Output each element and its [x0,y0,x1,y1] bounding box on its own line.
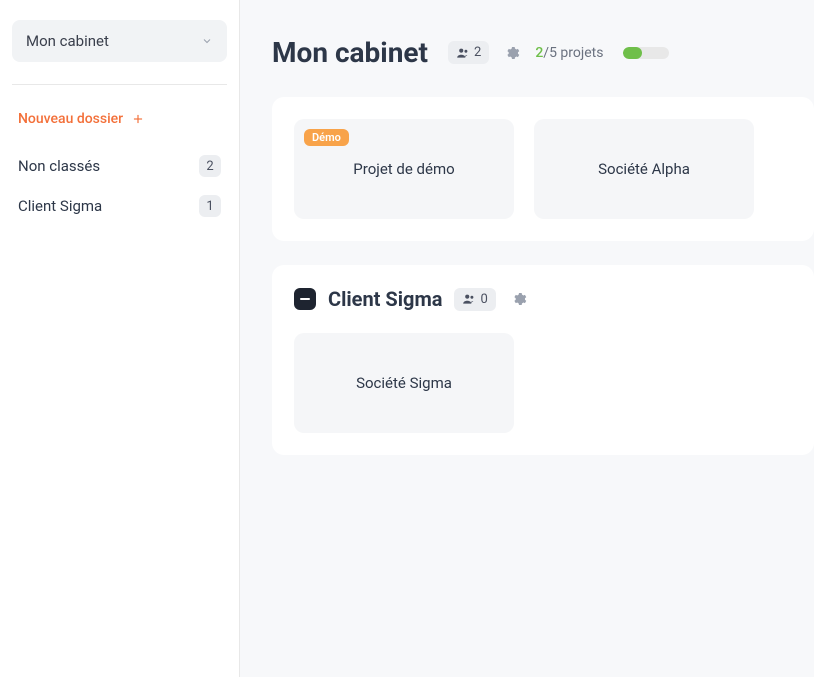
new-folder-button[interactable]: Nouveau dossier [12,107,227,131]
folder-label: Non classés [18,157,100,175]
sidebar-folder-client-sigma[interactable]: Client Sigma 1 [12,189,227,223]
folder-label: Client Sigma [18,197,102,215]
project-name: Société Alpha [598,160,690,178]
member-count: 2 [474,45,481,60]
gear-icon [504,45,520,61]
sidebar-folder-unclassified[interactable]: Non classés 2 [12,149,227,183]
section-settings-button[interactable] [508,288,530,310]
usage-progress-fill [623,47,641,59]
project-usage: 2 / 5 projets [535,45,603,61]
usage-total: 5 projets [549,45,603,61]
sidebar: Mon cabinet Nouveau dossier Non classés … [0,0,240,677]
folder-count-badge: 1 [199,195,221,217]
usage-progress-bar [623,47,669,59]
section-title: Client Sigma [328,287,442,311]
workspace-selector[interactable]: Mon cabinet [12,20,227,62]
header-meta: 2 2 / 5 projets [448,41,669,64]
folder-count-badge: 2 [199,155,221,177]
main-content: Mon cabinet 2 2 / 5 projets Démo Projet [240,0,814,677]
project-card-demo[interactable]: Démo Projet de démo [294,119,514,219]
project-name: Société Sigma [356,374,452,392]
project-card-alpha[interactable]: Société Alpha [534,119,754,219]
project-grid: Démo Projet de démo Société Alpha [294,119,792,219]
folder-collapse-icon[interactable] [294,288,316,310]
usage-current: 2 [535,45,543,61]
plus-icon [131,112,145,126]
project-grid: Société Sigma [294,333,792,433]
users-icon [462,292,476,306]
member-count-chip[interactable]: 2 [448,41,489,64]
section-member-chip[interactable]: 0 [454,288,495,311]
new-folder-label: Nouveau dossier [18,111,123,127]
workspace-name: Mon cabinet [26,32,109,50]
demo-tag: Démo [304,129,349,146]
page-header: Mon cabinet 2 2 / 5 projets [272,36,814,69]
folder-list: Non classés 2 Client Sigma 1 [12,149,227,223]
project-name: Projet de démo [353,160,454,178]
page-title: Mon cabinet [272,36,428,69]
users-icon [456,46,470,60]
section-unclassified: Démo Projet de démo Société Alpha [272,97,814,241]
sidebar-divider [12,84,227,85]
project-card-sigma[interactable]: Société Sigma [294,333,514,433]
section-header: Client Sigma 0 [294,287,792,311]
gear-icon [511,291,527,307]
section-member-count: 0 [480,292,487,307]
chevron-down-icon [201,35,213,47]
settings-button[interactable] [501,42,523,64]
section-client-sigma: Client Sigma 0 Société Sigma [272,265,814,455]
minus-icon [300,298,310,300]
